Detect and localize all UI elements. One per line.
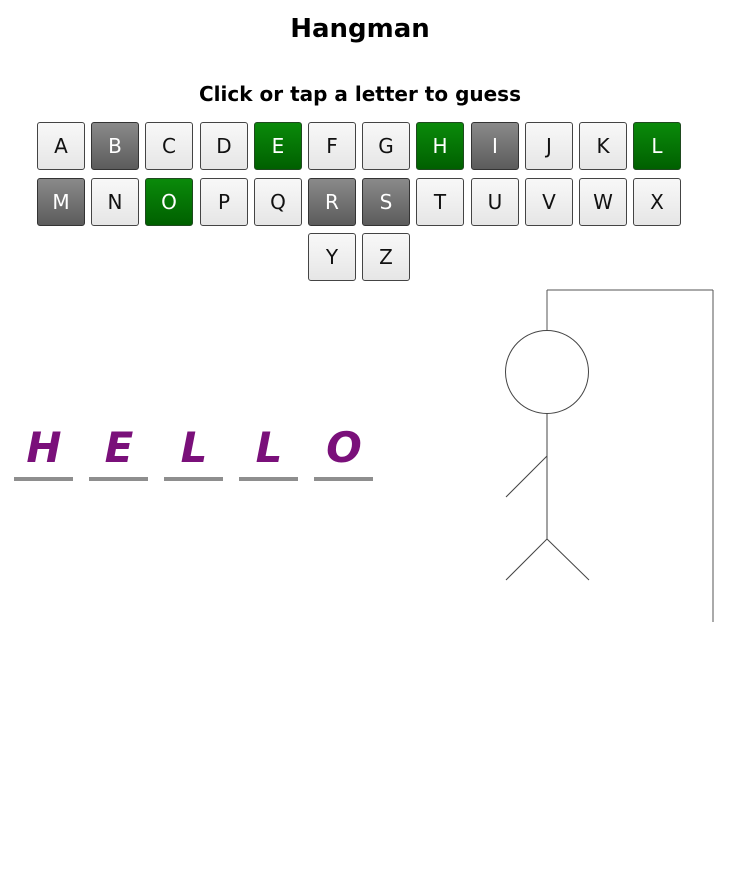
hangman-left-leg bbox=[505, 538, 548, 581]
hangman-right-leg bbox=[546, 538, 590, 581]
hangman-drawing bbox=[505, 289, 714, 622]
hangman-head bbox=[505, 330, 589, 414]
hangman-left-arm bbox=[505, 455, 548, 498]
